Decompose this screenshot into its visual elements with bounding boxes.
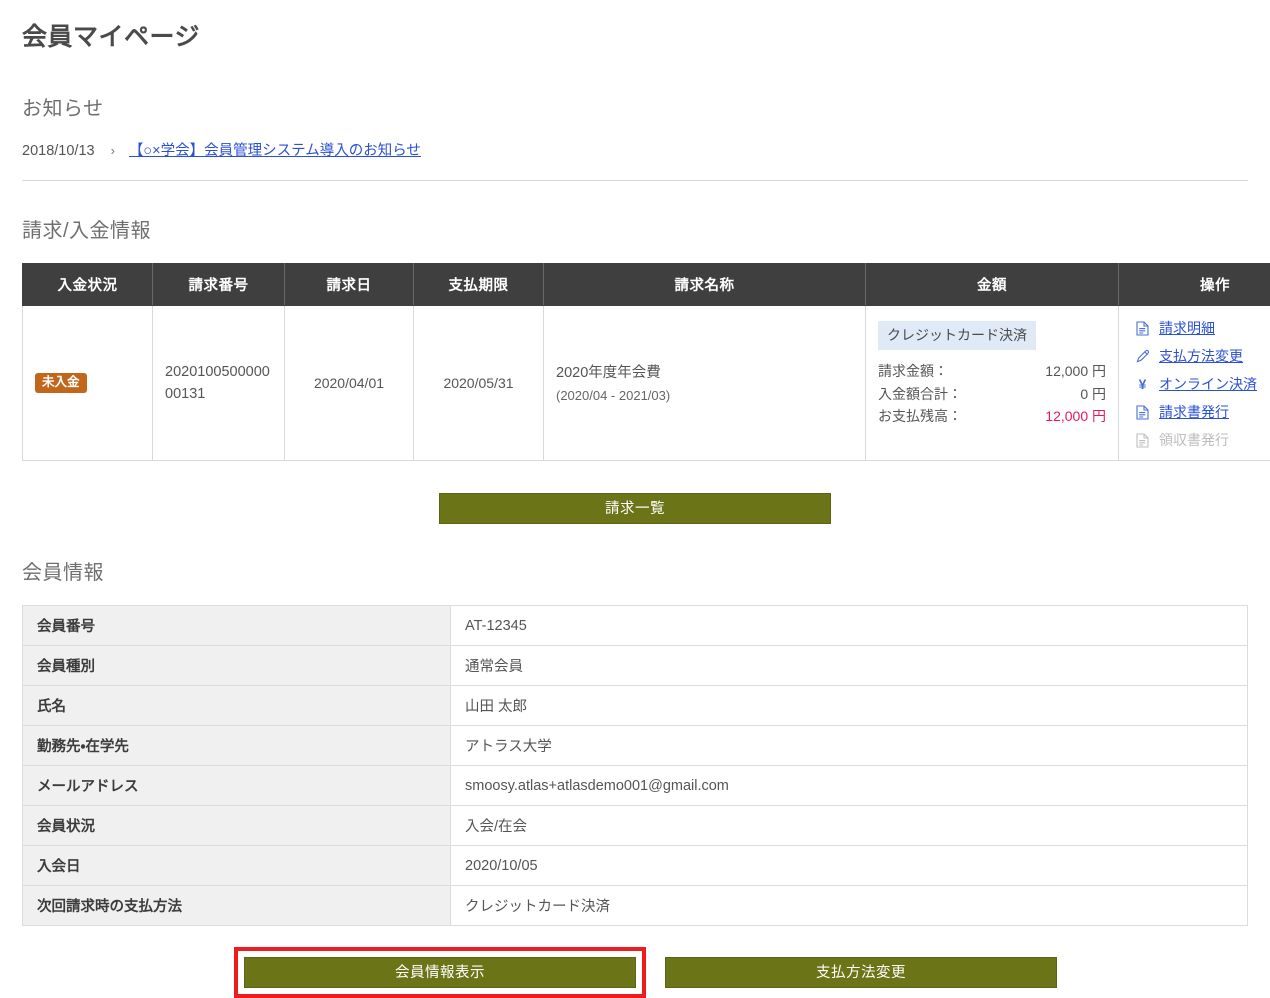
document-icon	[1135, 320, 1150, 336]
member-label-join-date: 入会日	[23, 846, 451, 886]
billing-table: 入金状況 請求番号 請求日 支払期限 請求名称 金額 操作 未入金 202010…	[22, 263, 1270, 461]
table-row: 次回請求時の支払方法 クレジットカード決済	[23, 886, 1248, 926]
action-invoice-detail[interactable]: 請求明細	[1135, 318, 1270, 338]
cell-invoice-name: 2020年度年会費 (2020/04 - 2021/03)	[544, 306, 866, 461]
member-label-next-payment-method: 次回請求時の支払方法	[23, 886, 451, 926]
notice-divider	[22, 180, 1248, 181]
amount-line-billed: 請求金額： 12,000 円	[878, 360, 1106, 383]
cell-status: 未入金	[23, 306, 153, 461]
cell-invoice-number: 202010050000000131	[153, 306, 285, 461]
member-section-heading: 会員情報	[22, 556, 1248, 585]
column-header-due-date: 支払期限	[414, 264, 544, 306]
member-value-join-date: 2020/10/05	[451, 846, 1248, 886]
notice-date: 2018/10/13	[22, 143, 95, 159]
member-info-table: 会員番号 AT-12345 会員種別 通常会員 氏名 山田 太郎 勤務先・在学先…	[22, 605, 1248, 926]
table-row: 会員状況 入会/在会	[23, 806, 1248, 846]
column-header-invoice-date: 請求日	[285, 264, 414, 306]
table-row: 会員種別 通常会員	[23, 646, 1248, 686]
invoice-number-text: 202010050000000131	[165, 361, 272, 406]
member-value-next-payment-method: クレジットカード決済	[451, 886, 1248, 926]
action-issue-receipt: 領収書発行	[1135, 430, 1270, 450]
member-label-email: メールアドレス	[23, 766, 451, 806]
column-header-actions: 操作	[1119, 264, 1270, 306]
amount-label-balance: お支払残高：	[878, 405, 962, 428]
action-online-payment[interactable]: ¥ オンライン決済	[1135, 374, 1270, 394]
billing-table-header-row: 入金状況 請求番号 請求日 支払期限 請求名称 金額 操作	[23, 264, 1270, 306]
table-row: 会員番号 AT-12345	[23, 606, 1248, 646]
notice-section-heading: お知らせ	[22, 92, 1248, 121]
action-issue-invoice[interactable]: 請求書発行	[1135, 402, 1270, 422]
page-title: 会員マイページ	[22, 17, 1248, 53]
member-value-name: 山田 太郎	[451, 686, 1248, 726]
footer-button-bar: 会員情報表示 支払方法変更	[22, 947, 1248, 998]
billing-list-button-wrap: 請求一覧	[22, 493, 1248, 524]
member-value-type: 通常会員	[451, 646, 1248, 686]
column-header-invoice-name: 請求名称	[544, 264, 866, 306]
action-label[interactable]: オンライン決済	[1159, 374, 1257, 394]
action-change-payment-method[interactable]: 支払方法変更	[1135, 346, 1270, 366]
action-list: 請求明細 支払方法変更	[1131, 316, 1270, 450]
billing-list-button[interactable]: 請求一覧	[439, 493, 831, 524]
amount-value-paid: 0 円	[1080, 383, 1106, 406]
amount-line-paid: 入金額合計： 0 円	[878, 383, 1106, 406]
column-header-status: 入金状況	[23, 264, 153, 306]
action-label[interactable]: 請求書発行	[1159, 402, 1229, 422]
notice-link[interactable]: 【○×学会】会員管理システム導入のお知らせ	[129, 139, 421, 160]
amount-label-billed: 請求金額：	[878, 360, 948, 383]
invoice-period-text: (2020/04 - 2021/03)	[556, 388, 853, 403]
table-row: メールアドレス smoosy.atlas+atlasdemo001@gmail.…	[23, 766, 1248, 806]
amount-line-balance: お支払残高： 12,000 円	[878, 405, 1106, 428]
cell-actions: 請求明細 支払方法変更	[1119, 306, 1270, 461]
document-icon	[1135, 404, 1150, 420]
member-label-status: 会員状況	[23, 806, 451, 846]
column-header-amount: 金額	[866, 264, 1119, 306]
notice-separator-icon: ›	[111, 143, 115, 158]
notice-row: 2018/10/13 › 【○×学会】会員管理システム導入のお知らせ	[22, 139, 1248, 160]
highlight-annotation-box: 会員情報表示	[234, 947, 646, 998]
billing-section-heading: 請求/入金情報	[22, 214, 1248, 243]
cell-due-date: 2020/05/31	[414, 306, 544, 461]
action-label[interactable]: 支払方法変更	[1159, 346, 1243, 366]
member-value-email: smoosy.atlas+atlasdemo001@gmail.com	[451, 766, 1248, 806]
action-label[interactable]: 請求明細	[1159, 318, 1215, 338]
document-icon	[1135, 432, 1150, 448]
table-row: 氏名 山田 太郎	[23, 686, 1248, 726]
table-row: 勤務先・在学先 アトラス大学	[23, 726, 1248, 766]
cell-invoice-date: 2020/04/01	[285, 306, 414, 461]
member-value-affiliation: アトラス大学	[451, 726, 1248, 766]
status-badge: 未入金	[35, 373, 87, 393]
cell-amount: クレジットカード決済 請求金額： 12,000 円 入金額合計： 0 円 お支払…	[866, 306, 1119, 461]
amount-value-balance: 12,000 円	[1045, 405, 1106, 428]
column-header-invoice-number: 請求番号	[153, 264, 285, 306]
invoice-name-text: 2020年度年会費	[556, 363, 853, 385]
payment-method-change-button[interactable]: 支払方法変更	[665, 957, 1057, 988]
member-label-number: 会員番号	[23, 606, 451, 646]
member-label-name: 氏名	[23, 686, 451, 726]
member-value-status: 入会/在会	[451, 806, 1248, 846]
payment-method-badge: クレジットカード決済	[878, 321, 1036, 350]
pencil-icon	[1135, 348, 1150, 364]
action-label: 領収書発行	[1159, 430, 1229, 450]
member-label-type: 会員種別	[23, 646, 451, 686]
member-mypage: 会員マイページ お知らせ 2018/10/13 › 【○×学会】会員管理システム…	[0, 17, 1270, 998]
member-info-button[interactable]: 会員情報表示	[244, 957, 636, 988]
table-row: 入会日 2020/10/05	[23, 846, 1248, 886]
amount-value-billed: 12,000 円	[1045, 360, 1106, 383]
member-label-affiliation: 勤務先・在学先	[23, 726, 451, 766]
table-row: 未入金 202010050000000131 2020/04/01 2020/0…	[23, 306, 1270, 461]
amount-label-paid: 入金額合計：	[878, 383, 962, 406]
member-value-number: AT-12345	[451, 606, 1248, 646]
yen-icon: ¥	[1135, 376, 1150, 392]
